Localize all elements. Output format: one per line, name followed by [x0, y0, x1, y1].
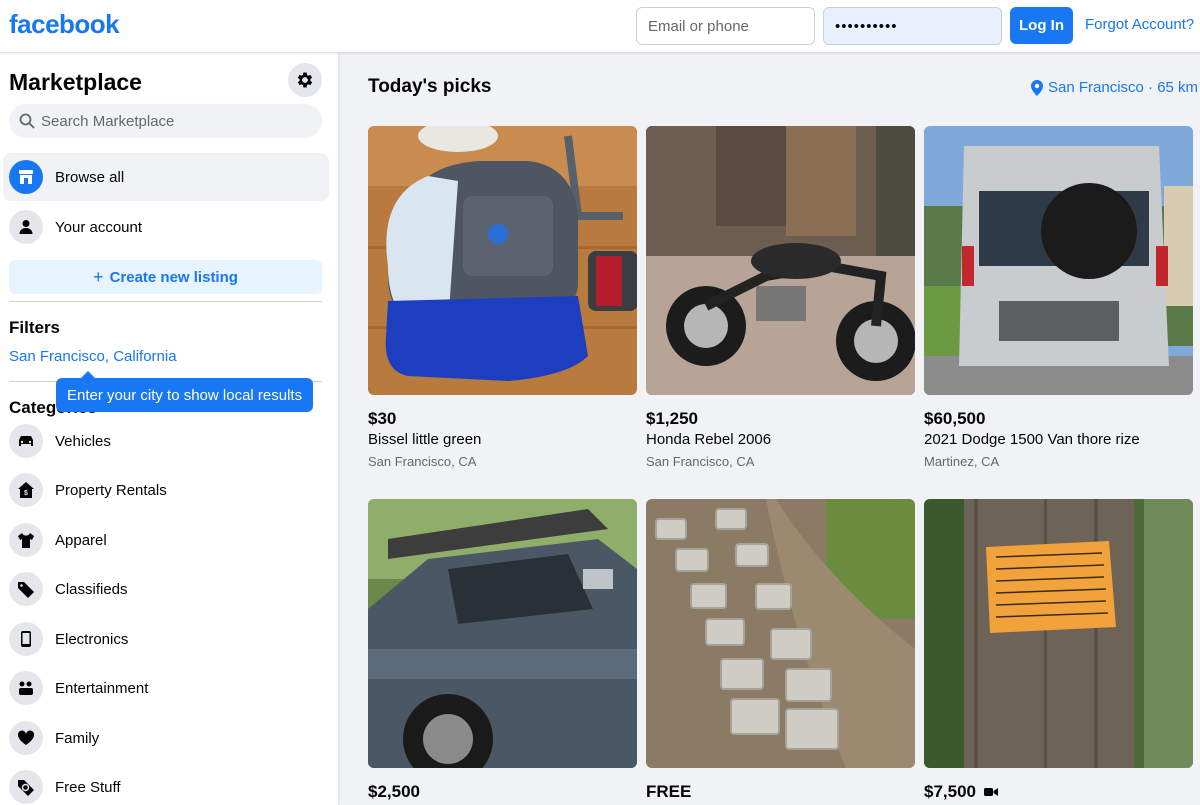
page-title: Marketplace	[9, 69, 142, 95]
listing-image-motorcycle[interactable]	[646, 126, 915, 395]
settings-button[interactable]	[288, 63, 322, 97]
create-listing-label: Create new listing	[109, 268, 238, 286]
person-icon	[9, 210, 43, 244]
listing-image-truck[interactable]	[368, 499, 637, 768]
category-free-stuff[interactable]: Free Stuff	[3, 763, 329, 805]
listing-title: 2021 Dodge 1500 Van thore rize	[924, 431, 1140, 448]
category-label: Family	[55, 729, 100, 747]
category-electronics[interactable]: Electronics	[3, 615, 329, 663]
listing-image-carpet-cleaner[interactable]	[368, 126, 637, 395]
filters-heading: Filters	[9, 318, 61, 337]
search-icon	[19, 113, 35, 129]
listing-location: San Francisco, CA	[646, 454, 755, 469]
video-icon	[984, 788, 998, 796]
category-label: Property Rentals	[55, 481, 167, 499]
listing-card[interactable]: $60,500 2021 Dodge 1500 Van thore rize M…	[924, 126, 1193, 469]
nav-your-account[interactable]: Your account	[3, 203, 329, 251]
plus-icon: +	[93, 266, 104, 287]
phone-icon	[9, 622, 43, 656]
listing-card[interactable]: $1,250 Honda Rebel 2006 San Francisco, C…	[646, 126, 915, 469]
listing-image-van[interactable]	[924, 126, 1193, 395]
facebook-logo[interactable]: facebook	[9, 9, 120, 40]
car-icon	[9, 424, 43, 458]
map-pin-icon	[1031, 79, 1043, 96]
category-classifieds[interactable]: Classifieds	[3, 565, 329, 613]
category-label: Vehicles	[55, 432, 111, 450]
listing-title: Honda Rebel 2006	[646, 431, 772, 448]
nav-label: Browse all	[55, 168, 125, 186]
listing-price: $2,500	[368, 782, 420, 801]
category-label: Classifieds	[55, 580, 128, 598]
heart-icon	[9, 721, 43, 755]
listing-card[interactable]: $7,500	[924, 499, 1193, 801]
category-vehicles[interactable]: Vehicles	[3, 417, 329, 465]
listing-price: $7,500	[924, 782, 998, 802]
search-placeholder: Search Marketplace	[41, 112, 175, 130]
category-label: Entertainment	[55, 679, 149, 697]
listing-location: San Francisco, CA	[368, 454, 477, 469]
category-entertainment[interactable]: Entertainment	[3, 664, 329, 712]
shirt-icon	[9, 523, 43, 557]
location-tooltip: Enter your city to show local results	[56, 371, 314, 412]
nav-label: Your account	[55, 218, 143, 236]
email-field[interactable]	[636, 7, 815, 45]
listing-price: $30	[368, 409, 397, 428]
forgot-account-link[interactable]: Forgot Account?	[1085, 16, 1194, 33]
category-apparel[interactable]: Apparel	[3, 516, 329, 564]
sidebar: Marketplace Search Marketplace Browse al…	[0, 53, 338, 805]
listing-card[interactable]: FREE	[646, 499, 915, 801]
category-family[interactable]: Family	[3, 714, 329, 762]
listing-card[interactable]: $2,500	[368, 499, 637, 801]
listing-price: $1,250	[646, 409, 698, 428]
tag-icon	[9, 572, 43, 606]
category-label: Electronics	[55, 630, 129, 648]
divider	[9, 301, 322, 302]
category-label: Apparel	[55, 531, 107, 549]
location-label: San Francisco · 65 km	[1048, 79, 1199, 96]
listing-title: Bissel little green	[368, 431, 482, 448]
login-button[interactable]: Log In	[1010, 7, 1073, 44]
nav-browse-all[interactable]: Browse all	[3, 153, 329, 201]
listing-image-mining-claim[interactable]	[924, 499, 1193, 768]
listing-price-text: $7,500	[924, 782, 976, 801]
listing-price: FREE	[646, 782, 692, 801]
listing-image-pavers[interactable]	[646, 499, 915, 768]
svg-text:$: $	[24, 490, 28, 497]
storefront-icon	[9, 160, 43, 194]
listing-price: $60,500	[924, 409, 986, 428]
password-field[interactable]: ••••••••••	[823, 7, 1002, 45]
search-input[interactable]: Search Marketplace	[9, 104, 322, 138]
category-property-rentals[interactable]: $ Property Rentals	[3, 466, 329, 514]
top-bar: facebook •••••••••• Log In Forgot Accoun…	[0, 0, 1200, 53]
create-listing-button[interactable]: + Create new listing	[9, 260, 322, 294]
location-selector[interactable]: San Francisco · 65 km	[1031, 79, 1198, 96]
people-icon	[9, 671, 43, 705]
house-icon: $	[9, 473, 43, 507]
listing-card[interactable]: $30 Bissel little green San Francisco, C…	[368, 126, 637, 469]
gear-icon	[297, 72, 313, 88]
location-filter-link[interactable]: San Francisco, California	[9, 348, 177, 365]
category-label: Free Stuff	[55, 778, 121, 796]
listing-location: Martinez, CA	[924, 454, 1000, 469]
section-title: Today's picks	[368, 76, 492, 97]
free-tag-icon	[9, 770, 43, 804]
